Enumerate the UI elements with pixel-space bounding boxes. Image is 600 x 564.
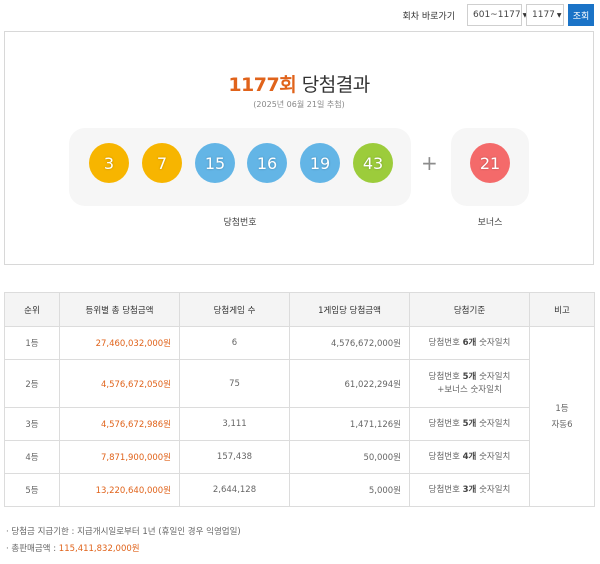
round-select[interactable]: 1177 ▼ (526, 4, 564, 26)
total-sales-value: 115,411,832,000원 (58, 544, 140, 554)
header-note: 비고 (529, 292, 595, 327)
criteria-cell: 당첨번호 6개 숫자일치 (409, 326, 530, 360)
payment-period-note: · 당첨금 지급기한 : 지급개시일로부터 1년 (휴일인 경우 익영업일) (6, 527, 241, 537)
round-range-value: 601~1177 (473, 10, 521, 20)
note-cell: 1등 자동6 (529, 326, 595, 507)
criteria-suffix: 숫자일치 (476, 337, 511, 348)
criteria-text: 당첨번호 5개 숫자일치 (410, 371, 529, 384)
winning-ball-3: 15 (195, 143, 235, 183)
winning-games-cell: 3,111 (179, 407, 290, 441)
criteria-count: 3개 (462, 484, 477, 495)
header-criteria: 당첨기준 (409, 292, 530, 327)
criteria-prefix: 당첨번호 (428, 418, 463, 429)
round-navigation: 회차 바로가기 601~1177 ▼ 1177 ▼ 조회 (402, 4, 594, 26)
table-header-row: 순위 등위별 총 당첨금액 당첨게임 수 1게임당 당첨금액 당첨기준 비고 (4, 292, 595, 327)
criteria-cell: 당첨번호 5개 숫자일치 +보너스 숫자일치 (409, 359, 530, 408)
total-sales-note: · 총판매금액 : 115,411,832,000원 (6, 542, 241, 559)
criteria-suffix: 숫자일치 (476, 484, 511, 495)
round-number: 1177회 (228, 74, 297, 96)
prize-per-game-cell: 61,022,294원 (289, 359, 410, 408)
total-prize-cell: 13,220,640,000원 (59, 473, 180, 507)
criteria-cell: 당첨번호 4개 숫자일치 (409, 440, 530, 474)
winning-games-cell: 2,644,128 (179, 473, 290, 507)
table-row: 5등 13,220,640,000원 2,644,128 5,000원 당첨번호… (4, 473, 595, 507)
table-row: 3등 4,576,672,986원 3,111 1,471,126원 당첨번호 … (4, 407, 595, 441)
criteria-count: 5개 (462, 371, 477, 382)
result-title: 당첨결과 (301, 74, 370, 96)
criteria-suffix: 숫자일치 (476, 451, 511, 462)
criteria-cell: 당첨번호 3개 숫자일치 (409, 473, 530, 507)
prize-table: 순위 등위별 총 당첨금액 당첨게임 수 1게임당 당첨금액 당첨기준 비고 1… (4, 292, 595, 507)
note-rank: 1등 (555, 403, 569, 414)
winning-ball-1: 3 (89, 143, 129, 183)
table-row: 2등 4,576,672,050원 75 61,022,294원 당첨번호 5개… (4, 359, 595, 408)
round-select-value: 1177 (532, 10, 555, 20)
winning-numbers-panel: 3 7 15 16 19 43 (69, 128, 411, 206)
rank-cell: 1등 (4, 326, 60, 360)
total-prize-cell: 4,576,672,986원 (59, 407, 180, 441)
winning-games-cell: 157,438 (179, 440, 290, 474)
rank-cell: 5등 (4, 473, 60, 507)
rank-cell: 3등 (4, 407, 60, 441)
criteria-cell: 당첨번호 5개 숫자일치 (409, 407, 530, 441)
criteria-count: 4개 (462, 451, 477, 462)
rank-cell: 2등 (4, 359, 60, 408)
footer-notes: · 당첨금 지급기한 : 지급개시일로부터 1년 (휴일인 경우 익영업일) ·… (6, 525, 241, 559)
winning-games-cell: 6 (179, 326, 290, 360)
criteria-prefix: 당첨번호 (428, 484, 463, 495)
prize-per-game-cell: 1,471,126원 (289, 407, 410, 441)
winning-ball-4: 16 (247, 143, 287, 183)
criteria-text: 당첨번호 4개 숫자일치 (410, 451, 529, 464)
header-winning-games: 당첨게임 수 (179, 292, 290, 327)
page-title: 1177회 당첨결과 (5, 70, 593, 97)
round-shortcut-label: 회차 바로가기 (402, 11, 455, 22)
search-button[interactable]: 조회 (568, 4, 594, 26)
header-rank: 순위 (4, 292, 60, 327)
prize-per-game-cell: 5,000원 (289, 473, 410, 507)
total-prize-cell: 7,871,900,000원 (59, 440, 180, 474)
draw-result-panel: 1177회 당첨결과 (2025년 06월 21일 추첨) 3 7 15 16 … (4, 31, 594, 265)
criteria-suffix: 숫자일치 (476, 371, 511, 382)
chevron-down-icon: ▼ (556, 11, 562, 19)
round-range-select[interactable]: 601~1177 ▼ (467, 4, 527, 26)
criteria-bonus-text: +보너스 숫자일치 (437, 384, 502, 395)
bonus-ball: 21 (470, 143, 510, 183)
criteria-prefix: 당첨번호 (428, 337, 463, 348)
prize-per-game-cell: 50,000원 (289, 440, 410, 474)
winning-ball-5: 19 (300, 143, 340, 183)
criteria-prefix: 당첨번호 (428, 451, 463, 462)
plus-icon: + (421, 151, 438, 175)
total-sales-label: · 총판매금액 : (6, 544, 59, 554)
draw-date: (2025년 06월 21일 추첨) (253, 100, 345, 109)
criteria-text: 당첨번호 6개 숫자일치 (410, 337, 529, 350)
criteria-count: 6개 (462, 337, 477, 348)
criteria-text: 당첨번호 3개 숫자일치 (410, 484, 529, 497)
bonus-number-panel: 21 (451, 128, 529, 206)
bonus-caption: 보너스 (477, 218, 503, 228)
winning-games-cell: 75 (179, 359, 290, 408)
header-prize-per-game: 1게임당 당첨금액 (289, 292, 410, 327)
criteria-prefix: 당첨번호 (428, 371, 463, 382)
prize-per-game-cell: 4,576,672,000원 (289, 326, 410, 360)
winning-ball-6: 43 (353, 143, 393, 183)
winning-numbers-caption: 당첨번호 (223, 218, 257, 228)
criteria-suffix: 숫자일치 (476, 418, 511, 429)
table-row: 1등 27,460,032,000원 6 4,576,672,000원 당첨번호… (4, 326, 595, 507)
total-prize-cell: 4,576,672,050원 (59, 359, 180, 408)
total-prize-cell: 27,460,032,000원 (59, 326, 180, 360)
note-auto-count: 자동6 (551, 419, 573, 430)
table-row: 4등 7,871,900,000원 157,438 50,000원 당첨번호 4… (4, 440, 595, 474)
header-total-prize: 등위별 총 당첨금액 (59, 292, 180, 327)
criteria-count: 5개 (462, 418, 477, 429)
criteria-text: 당첨번호 5개 숫자일치 (410, 418, 529, 431)
rank-cell: 4등 (4, 440, 60, 474)
winning-ball-2: 7 (142, 143, 182, 183)
